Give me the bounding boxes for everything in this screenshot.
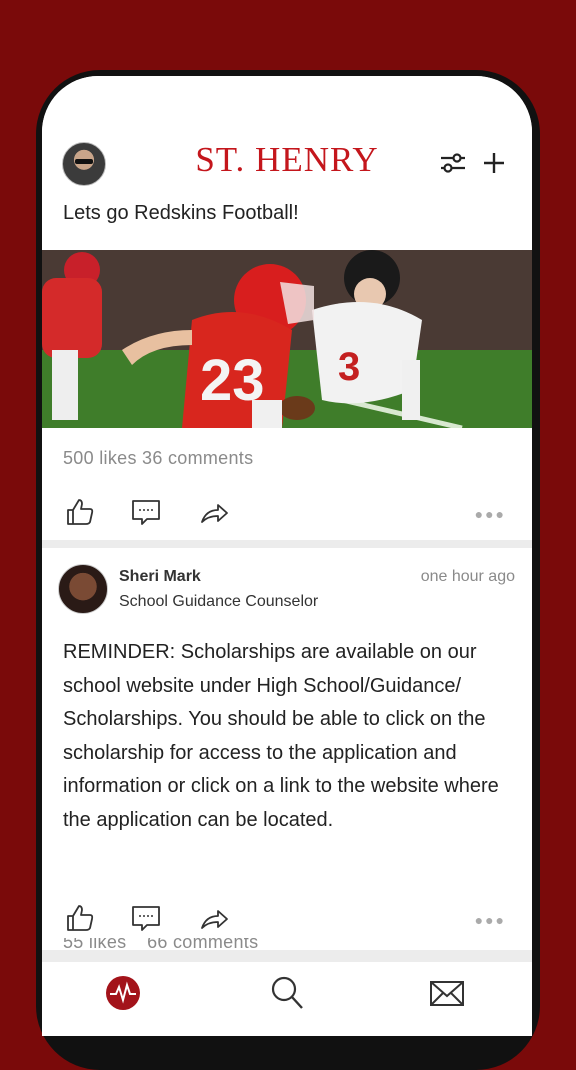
author-avatar[interactable] xyxy=(58,564,108,614)
like-icon[interactable] xyxy=(64,902,96,934)
share-icon[interactable] xyxy=(198,496,230,528)
plus-icon[interactable] xyxy=(479,148,509,178)
post-actions: ●●● xyxy=(42,898,532,938)
search-icon[interactable] xyxy=(268,974,306,1012)
more-icon[interactable]: ●●● xyxy=(475,506,506,522)
sliders-icon[interactable] xyxy=(438,148,468,178)
more-icon[interactable]: ●●● xyxy=(475,912,506,928)
comment-icon[interactable] xyxy=(130,902,162,934)
post-actions: ●●● xyxy=(42,492,532,532)
post-stats: 500 likes 36 comments xyxy=(63,448,254,468)
share-icon[interactable] xyxy=(198,902,230,934)
mail-icon[interactable] xyxy=(428,974,466,1012)
like-icon[interactable] xyxy=(64,496,96,528)
football-photo[interactable]: 3 23 xyxy=(42,250,532,428)
post-timestamp: one hour ago xyxy=(420,568,515,585)
comment-icon[interactable] xyxy=(130,496,162,528)
feed-post: Sheri Mark School Guidance Counselor one… xyxy=(42,548,532,952)
post-body: REMINDER: Scholarships are available on … xyxy=(63,641,499,831)
activity-icon[interactable] xyxy=(104,974,142,1012)
app-header: ST. HENRY xyxy=(42,76,532,198)
post-caption: Lets go Redskins Football! xyxy=(63,202,299,224)
app-screen: ST. HENRY Lets go Redskins Football! 3 2… xyxy=(42,76,532,1036)
svg-text:3: 3 xyxy=(338,345,360,389)
bottom-tab-bar xyxy=(42,962,532,1036)
feed-post: Lets go Redskins Football! 3 23 500 like… xyxy=(42,198,532,540)
author-role: School Guidance Counselor xyxy=(119,593,319,610)
author-name[interactable]: Sheri Mark xyxy=(119,568,201,586)
